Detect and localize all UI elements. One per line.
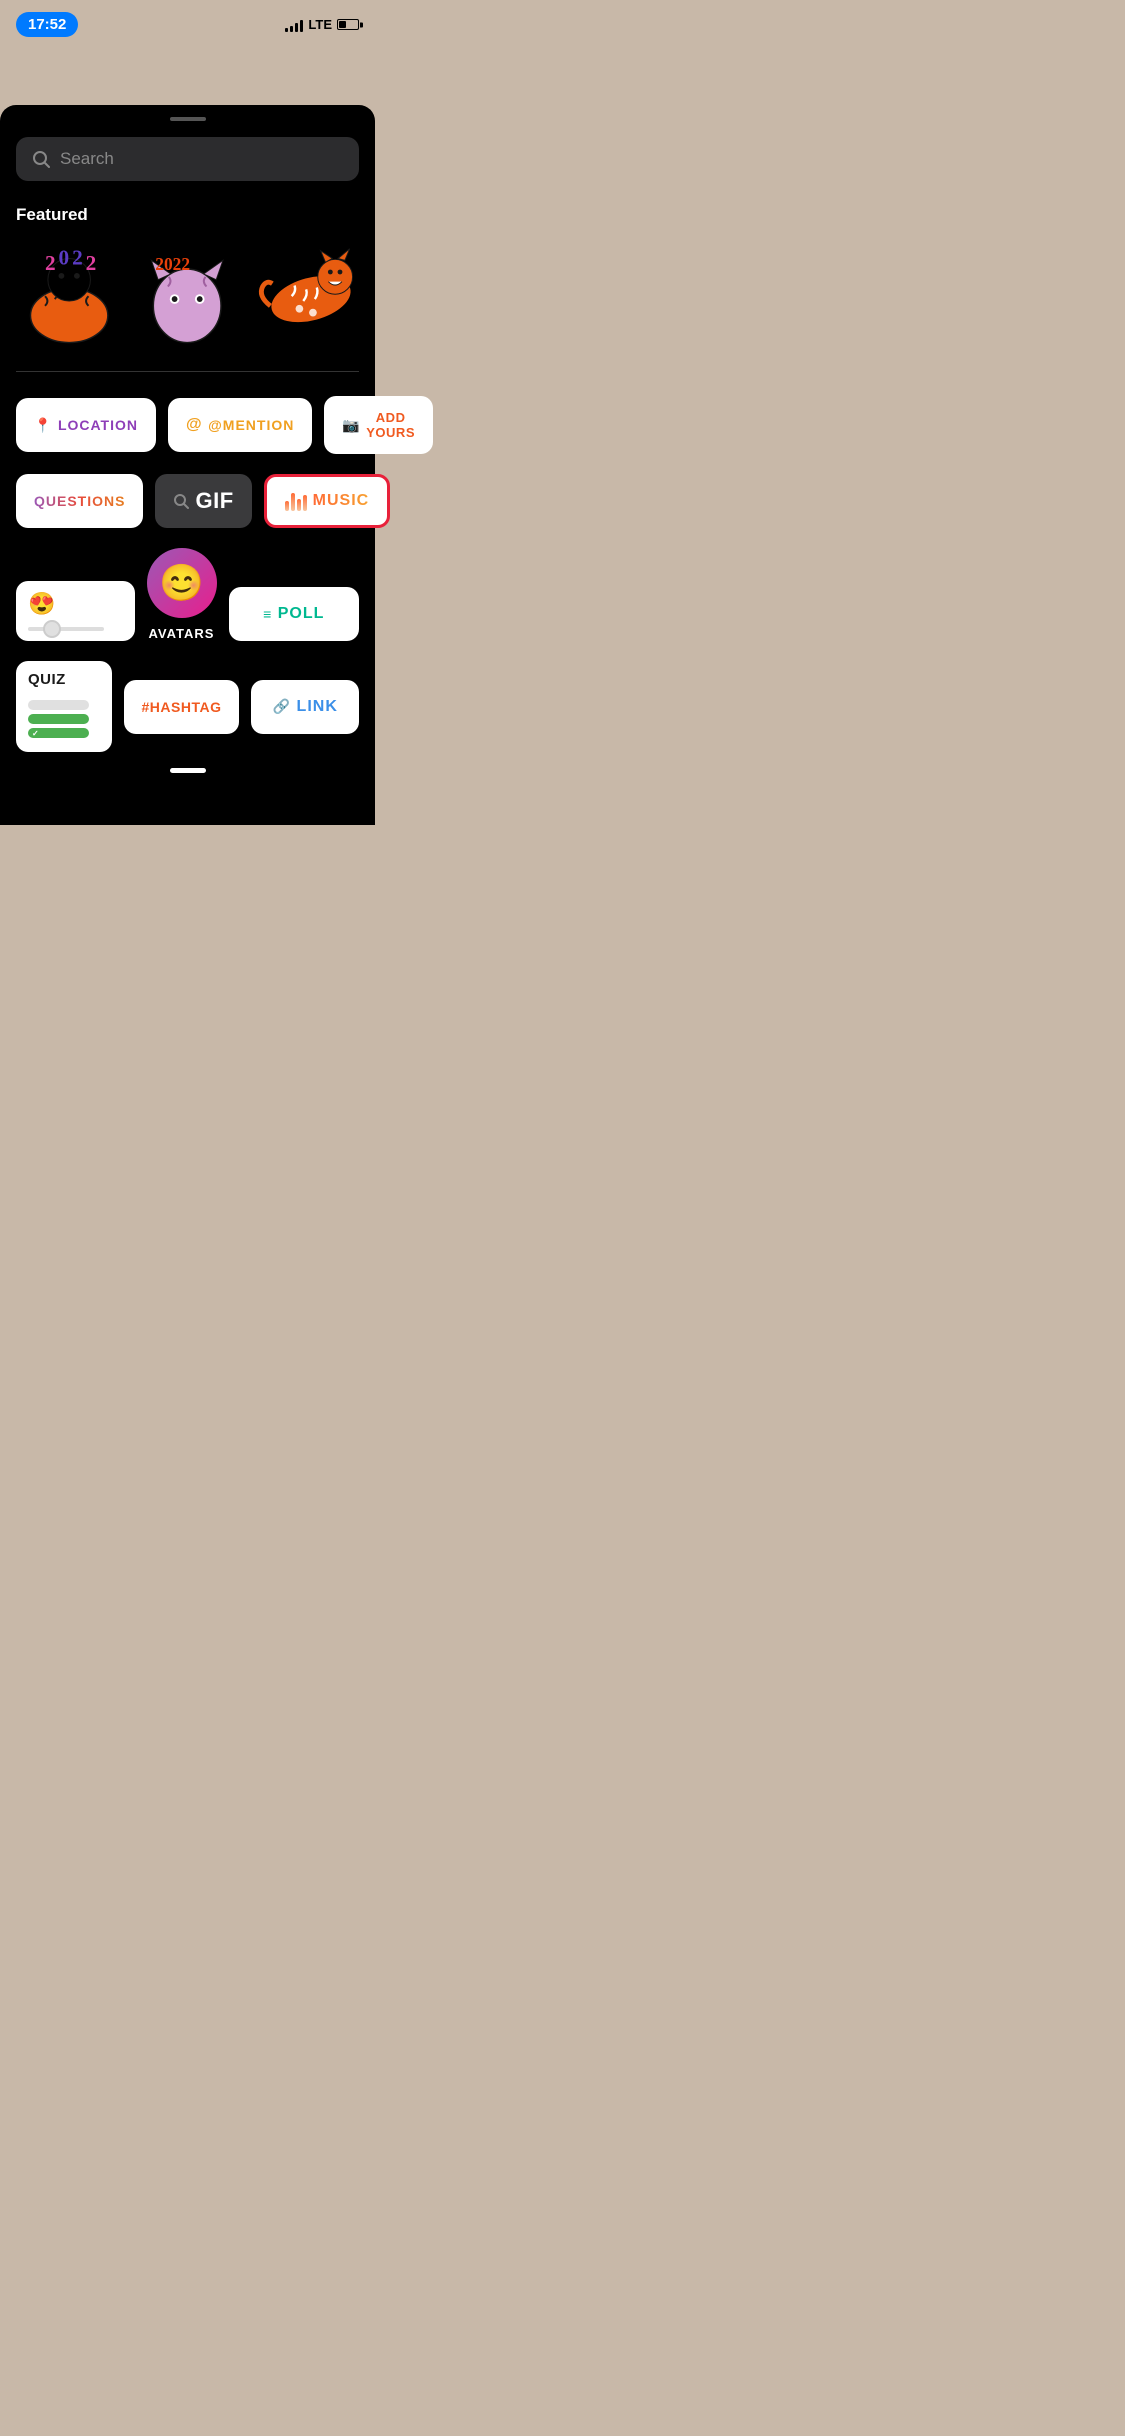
featured-stickers: 2 0 2 2	[16, 241, 359, 351]
location-label: LOCATION	[58, 417, 138, 433]
sticker-row-4: QUIZ ✓ #HASHTAG 🔗 LINK	[16, 661, 359, 752]
sticker-grid: 📍 LOCATION @ @MENTION 📷 ADD YOURS QUESTI…	[16, 396, 359, 752]
battery-icon	[337, 19, 359, 30]
svg-text:2: 2	[86, 251, 97, 275]
home-indicator	[170, 768, 206, 773]
music-bars-icon	[285, 491, 307, 511]
poll-sticker-btn[interactable]: ≡ POLL	[229, 587, 360, 641]
location-pin-icon: 📍	[34, 417, 52, 434]
sticker-picker-sheet: Search Featured	[0, 105, 375, 825]
questions-sticker-btn[interactable]: QUESTIONS	[16, 474, 143, 528]
quiz-sticker-btn[interactable]: QUIZ ✓	[16, 661, 112, 752]
slider-track	[28, 627, 104, 631]
sheet-handle	[170, 117, 206, 121]
mention-sticker-btn[interactable]: @ @MENTION	[168, 398, 312, 452]
mention-label: @MENTION	[208, 417, 294, 433]
link-sticker-btn[interactable]: 🔗 LINK	[251, 680, 359, 734]
sticker-row-1: 📍 LOCATION @ @MENTION 📷 ADD YOURS	[16, 396, 359, 454]
search-bar[interactable]: Search	[16, 137, 359, 181]
emoji-icon: 😍	[28, 591, 56, 617]
link-label: LINK	[297, 698, 338, 716]
gif-sticker-btn[interactable]: GIF	[155, 474, 251, 528]
questions-label: QUESTIONS	[34, 493, 125, 509]
signal-icon	[285, 18, 303, 32]
poll-label: POLL	[278, 605, 325, 623]
featured-sticker-3[interactable]	[253, 241, 359, 351]
music-label: MUSIC	[313, 492, 370, 510]
camera-icon: 📷	[342, 417, 360, 434]
lte-label: LTE	[308, 17, 332, 32]
featured-title: Featured	[16, 205, 359, 225]
music-sticker-btn[interactable]: MUSIC	[264, 474, 391, 528]
search-placeholder: Search	[60, 149, 114, 169]
poll-icon: ≡	[263, 606, 272, 622]
svg-text:2: 2	[45, 251, 56, 275]
hashtag-label: #HASHTAG	[142, 699, 222, 715]
addyours-label: ADD YOURS	[366, 410, 415, 440]
featured-section: Featured 2	[16, 205, 359, 351]
search-small-icon	[173, 493, 189, 509]
emoji-slider-btn[interactable]: 😍	[16, 581, 135, 641]
slider-thumb	[43, 620, 61, 638]
status-icons: LTE	[285, 17, 359, 32]
status-bar: 17:52 LTE	[0, 0, 375, 45]
divider	[16, 371, 359, 372]
hashtag-sticker-btn[interactable]: #HASHTAG	[124, 680, 240, 734]
svg-text:2: 2	[72, 245, 83, 269]
time: 17:52	[16, 12, 78, 37]
svg-text:0: 0	[59, 245, 70, 269]
quiz-bars: ✓	[28, 700, 100, 742]
sticker-row-3: 😍 😊 AVATARS ≡ POLL	[16, 548, 359, 641]
location-sticker-btn[interactable]: 📍 LOCATION	[16, 398, 156, 452]
search-icon	[32, 150, 50, 168]
at-icon: @	[186, 416, 202, 434]
quiz-title-label: QUIZ	[28, 671, 66, 688]
featured-sticker-2[interactable]: 2022	[134, 241, 240, 351]
svg-text:2022: 2022	[156, 255, 191, 274]
avatars-label: AVATARS	[149, 626, 215, 641]
addyours-sticker-btn[interactable]: 📷 ADD YOURS	[324, 396, 433, 454]
link-icon: 🔗	[273, 698, 291, 715]
gif-label: GIF	[195, 488, 233, 514]
featured-sticker-1[interactable]: 2 0 2 2	[16, 241, 122, 351]
sticker-row-2: QUESTIONS GIF MUSIC	[16, 474, 359, 528]
background-peek	[0, 45, 375, 105]
avatars-section[interactable]: 😊 AVATARS	[147, 548, 217, 641]
avatar-icon: 😊	[147, 548, 217, 618]
